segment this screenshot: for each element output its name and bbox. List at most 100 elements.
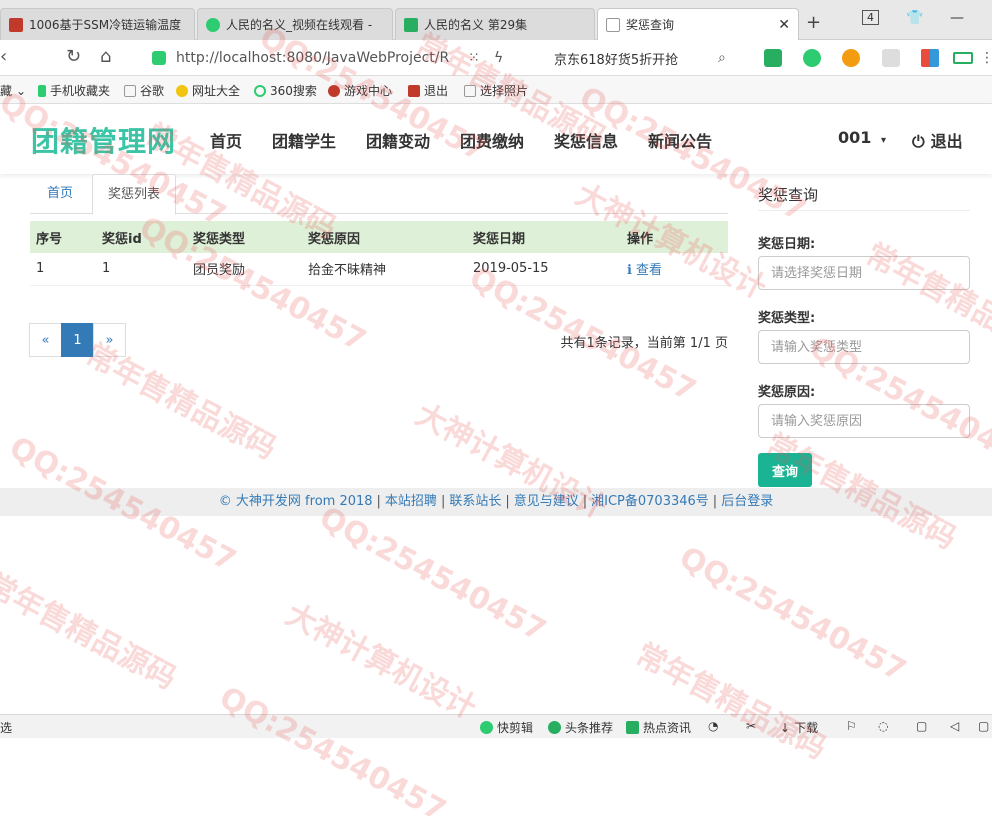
footer-link-contact[interactable]: 联系站长 (449, 494, 501, 509)
bookmark-games[interactable]: 游戏中心 (328, 82, 392, 99)
browser-tab-label: 奖惩查询 (626, 18, 675, 32)
status-label: 快剪辑 (497, 721, 534, 735)
phone-icon (38, 84, 46, 97)
tab-count-badge[interactable]: 4 (862, 10, 879, 25)
bookmark-label: 网址大全 (192, 84, 241, 98)
site-favicon-icon (9, 17, 23, 32)
bookmark-hao123[interactable]: 网址大全 (176, 82, 240, 99)
col-header-reason: 奖惩原因 (302, 221, 467, 253)
nav-changes[interactable]: 团籍变动 (366, 128, 430, 152)
type-label: 奖惩类型: (758, 311, 816, 326)
bookmark-label: 退出 (424, 84, 449, 98)
browser-tab-4[interactable]: 奖惩查询 ✕ (597, 8, 799, 40)
clean-icon[interactable]: ◌ (878, 719, 888, 733)
bookmark-label: 游戏中心 (344, 84, 393, 98)
logout-button[interactable]: ⏻ 退出 (912, 128, 963, 152)
window-icon[interactable]: ▢ (916, 719, 927, 733)
site-logo[interactable]: 团籍管理网 (31, 120, 176, 160)
watermark-slogan: 常年售精品源码 (629, 637, 832, 767)
cell-no: 1 (30, 253, 96, 286)
shield-icon[interactable] (842, 49, 860, 67)
scissors-icon[interactable] (764, 49, 782, 67)
apps-grid-icon[interactable] (921, 49, 939, 67)
browser-tab-label: 人民的名义_视频在线观看 - (226, 18, 373, 32)
bookmark-360search[interactable]: 360搜索 (254, 82, 317, 99)
browser-tab-3[interactable]: 人民的名义 第29集 (395, 8, 595, 40)
type-input[interactable] (758, 330, 970, 364)
tool-icon[interactable]: ✂ (746, 719, 756, 733)
footer-link-feedback[interactable]: 意见与建议 (514, 494, 579, 509)
lightning-icon[interactable]: ϟ (494, 50, 503, 66)
volume-icon[interactable]: ◁ (950, 719, 959, 733)
footer-link-admin[interactable]: 后台登录 (721, 494, 773, 509)
page-1-button[interactable]: 1 (61, 323, 94, 357)
status-quick-clip[interactable]: 快剪辑 (480, 719, 533, 736)
flag-icon[interactable]: ⚐ (846, 719, 857, 733)
watermark-qq: QQ:254540457 (313, 500, 552, 649)
bookmark-select-photo[interactable]: 选择照片 (464, 82, 528, 99)
url-field[interactable]: http://localhost:8080/JavaWebProject/R (152, 44, 542, 72)
nav-students[interactable]: 团籍学生 (272, 128, 336, 152)
play-icon (480, 721, 493, 734)
footer-link-jobs[interactable]: 本站招聘 (385, 494, 437, 509)
page-tabs: 首页 奖惩列表 (30, 174, 728, 215)
more-icon[interactable]: ⋮ (980, 50, 992, 66)
prev-page-button[interactable]: « (29, 323, 62, 357)
bookmark-label: 360搜索 (270, 84, 317, 98)
translate-icon[interactable] (803, 49, 821, 67)
battery-icon[interactable] (953, 52, 973, 64)
speed-icon[interactable]: ◔ (708, 719, 718, 733)
bookmark-google[interactable]: 谷歌 (124, 82, 164, 99)
shirt-skin-icon[interactable]: 👕 (906, 10, 923, 26)
col-header-date: 奖惩日期 (467, 221, 621, 253)
bookmarks-bar: 藏 ⌄ 手机收藏夹 谷歌 网址大全 360搜索 游戏中心 退出 选择照片 (0, 76, 992, 104)
nav-news[interactable]: 新闻公告 (648, 128, 712, 152)
watermark-qq: QQ:254540457 (213, 680, 452, 829)
tab-home[interactable]: 首页 (32, 174, 88, 215)
page-favicon-icon (606, 17, 620, 32)
status-hot-news[interactable]: 热点资讯 (626, 719, 691, 736)
qr-code-icon[interactable]: ⁙ (468, 50, 480, 66)
status-download[interactable]: ↓ 下载 (780, 719, 818, 736)
nav-fees[interactable]: 团费缴纳 (460, 128, 524, 152)
footer-link-icp[interactable]: 湘ICP备0703346号 (591, 494, 709, 509)
next-page-button[interactable]: » (93, 323, 126, 357)
reason-input[interactable] (758, 404, 970, 438)
nav-rewards[interactable]: 奖惩信息 (554, 128, 618, 152)
search-icon[interactable]: ⌕ (718, 50, 726, 66)
close-tab-icon[interactable]: ✕ (778, 17, 790, 33)
home-icon[interactable]: ⌂ (100, 46, 111, 67)
pagination-info: 共有1条记录，当前第 1/1 页 (560, 336, 728, 351)
chevron-down-icon: ⌄ (16, 83, 27, 98)
table-row: 1 1 团员奖励 拾金不昧精神 2019-05-15 ℹ 查看 (30, 253, 728, 286)
date-label: 奖惩日期: (758, 237, 816, 252)
back-icon[interactable]: ‹ (0, 46, 7, 67)
bookmark-logout[interactable]: 退出 (408, 82, 448, 99)
new-tab-icon[interactable]: + (806, 12, 821, 33)
tab-reward-list[interactable]: 奖惩列表 (92, 174, 177, 215)
bookmark-favorites[interactable]: 藏 ⌄ (0, 82, 26, 99)
user-menu[interactable]: 001 ▾ (838, 128, 886, 147)
date-input[interactable] (758, 256, 970, 290)
bookmark-mobile[interactable]: 手机收藏夹 (38, 82, 110, 99)
image-icon[interactable] (882, 49, 900, 67)
search-button[interactable]: 查询 (758, 453, 812, 487)
reason-label: 奖惩原因: (758, 385, 816, 400)
browser-tab-2[interactable]: 人民的名义_视频在线观看 - (197, 8, 393, 40)
nav-home[interactable]: 首页 (210, 128, 242, 152)
col-header-action: 操作 (621, 221, 728, 253)
video-favicon-icon (206, 17, 220, 32)
view-link[interactable]: ℹ 查看 (627, 263, 662, 278)
col-header-id: 奖惩id (96, 221, 187, 253)
status-headlines[interactable]: 头条推荐 (548, 719, 613, 736)
bookmark-label: 藏 (0, 84, 13, 98)
browser-tab-1[interactable]: 1006基于SSM冷链运输温度 (0, 8, 195, 40)
minimize-icon[interactable]: — (950, 10, 964, 26)
expand-icon[interactable]: ▢ (978, 719, 989, 733)
status-text: 选 (0, 721, 13, 735)
search-suggestion[interactable]: 京东618好货5折开抢 (554, 49, 678, 68)
status-label: 头条推荐 (565, 721, 614, 735)
bookmark-label: 谷歌 (140, 84, 165, 98)
view-label: 查看 (635, 263, 662, 279)
reload-icon[interactable]: ↻ (66, 46, 81, 67)
